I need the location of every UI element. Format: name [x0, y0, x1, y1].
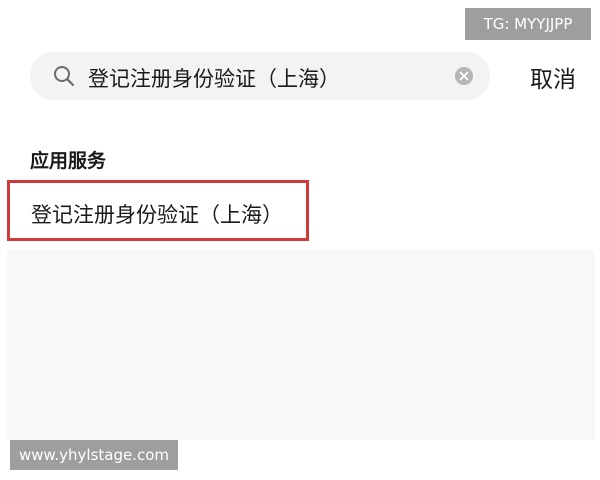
result-item[interactable]: 登记注册身份验证（上海）: [7, 180, 309, 241]
website-watermark: www.yhylstage.com: [10, 440, 178, 470]
search-bar[interactable]: 登记注册身份验证（上海）: [30, 52, 490, 100]
cancel-button[interactable]: 取消: [530, 60, 576, 94]
clear-icon[interactable]: [454, 66, 474, 86]
tg-watermark: TG: MYYJJPP: [465, 8, 591, 40]
search-page: 登记注册身份验证（上海） 取消 应用服务 登记注册身份验证（上海） TG: MY…: [0, 0, 600, 480]
result-item-label: 登记注册身份验证（上海）: [31, 203, 283, 227]
section-title: 应用服务: [30, 150, 107, 172]
results-area: [7, 250, 595, 440]
search-icon: [52, 64, 76, 88]
search-input[interactable]: 登记注册身份验证（上海）: [88, 63, 340, 93]
